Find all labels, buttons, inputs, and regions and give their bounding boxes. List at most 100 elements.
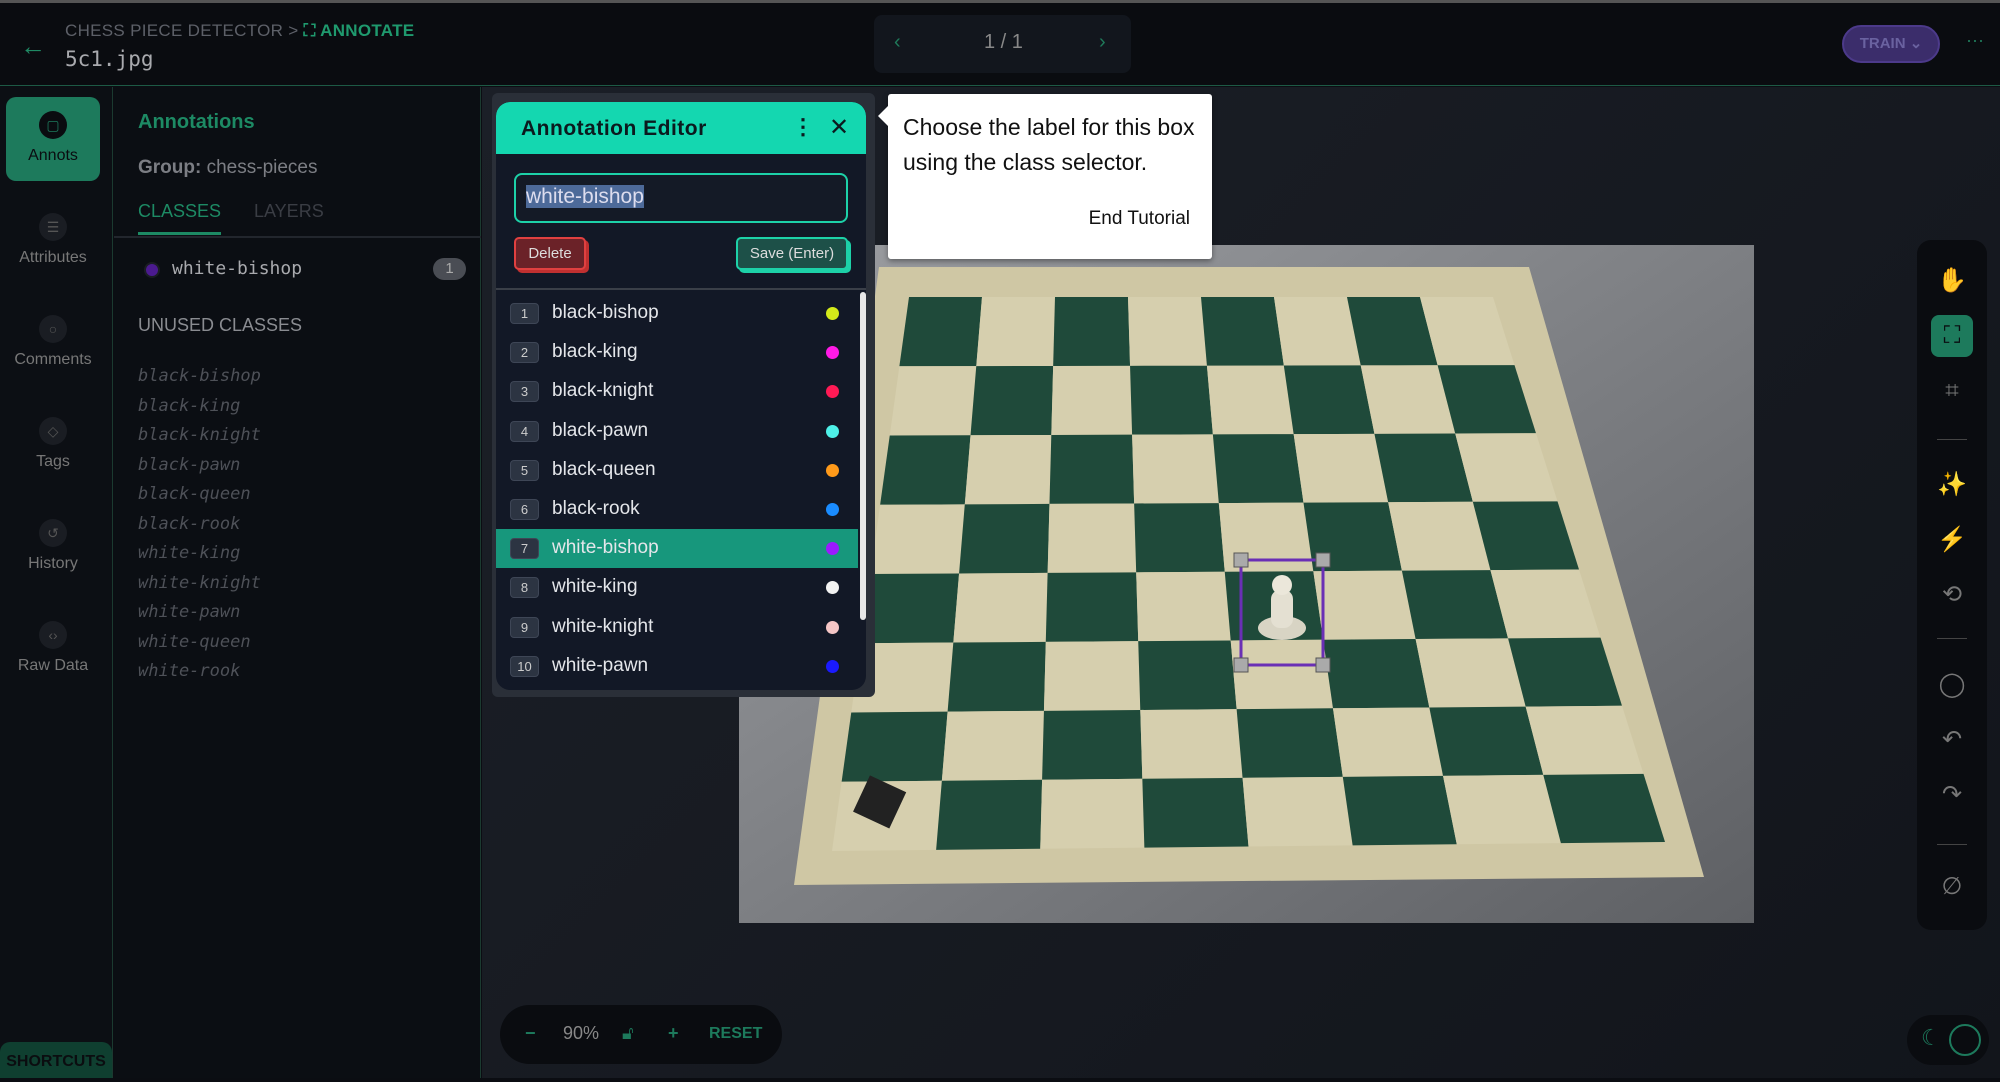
prev-image-button[interactable]: ‹ (894, 31, 901, 54)
option-color-dot (826, 620, 839, 634)
class-option[interactable]: 1 black-bishop (496, 294, 858, 333)
board-square (1323, 639, 1430, 709)
class-input[interactable]: white-bishop (514, 173, 848, 223)
pan-hand-icon[interactable]: ✋ (1931, 260, 1973, 302)
undo-icon[interactable]: ↶ (1931, 719, 1973, 761)
unused-class-item[interactable]: black-pawn (138, 455, 240, 475)
board-square (1040, 778, 1145, 849)
train-button[interactable]: TRAIN ⌄ (1842, 25, 1940, 63)
nav-raw-data[interactable]: ‹› Raw Data (6, 607, 100, 691)
toggle-knob (1949, 1024, 1981, 1056)
board-square (959, 503, 1050, 574)
option-label: black-queen (552, 458, 656, 480)
class-option[interactable]: 5 black-queen (496, 451, 858, 490)
delete-button[interactable]: Delete (514, 237, 586, 270)
list-icon: ☰ (39, 213, 67, 241)
unused-class-item[interactable]: black-rook (138, 514, 240, 534)
class-option[interactable]: 4 black-pawn (496, 412, 858, 451)
option-label: black-knight (552, 380, 654, 402)
unused-class-item[interactable]: black-king (138, 396, 240, 416)
class-row-white-bishop[interactable]: white-bishop 1 (144, 257, 466, 283)
board-square (1332, 707, 1444, 777)
unused-class-item[interactable]: black-knight (138, 425, 261, 445)
board-square (1140, 709, 1243, 779)
lock-open-icon[interactable]: 🔓︎ (622, 1023, 634, 1044)
option-color-dot (826, 542, 839, 556)
more-options-icon[interactable]: ··· (1966, 30, 1984, 51)
board-square (1242, 776, 1353, 847)
board-square (1051, 365, 1133, 435)
unused-class-item[interactable]: black-bishop (138, 366, 261, 386)
board-square (953, 572, 1048, 643)
chessboard-image[interactable] (739, 245, 1754, 923)
unused-class-item[interactable]: white-knight (138, 573, 261, 593)
back-arrow-icon[interactable]: ← (20, 31, 46, 62)
breadcrumb-project[interactable]: CHESS PIECE DETECTOR (65, 21, 283, 40)
board-square (1543, 773, 1665, 844)
redo-icon[interactable]: ↷ (1931, 774, 1973, 816)
board-square (1049, 434, 1135, 504)
option-color-dot (826, 307, 839, 320)
option-shortcut-number: 8 (510, 577, 539, 599)
unused-class-item[interactable]: white-pawn (138, 602, 240, 622)
theme-toggle[interactable]: ☾ (1907, 1015, 1989, 1065)
code-icon: ‹› (39, 621, 67, 649)
nav-annots[interactable]: ▢ Annots (6, 97, 100, 181)
polygon-tool-icon[interactable]: ⌗ (1931, 370, 1973, 412)
repeat-icon[interactable]: ⟲ (1931, 574, 1973, 616)
zoom-in-button[interactable]: + (668, 1023, 679, 1044)
board-square (1212, 434, 1304, 504)
left-nav: ▢ Annots ☰ Attributes ○ Comments ◇ Tags ↺ His… (0, 87, 113, 1078)
unused-classes-title: UNUSED CLASSES (138, 315, 303, 335)
board-square (1128, 297, 1207, 366)
nav-tags[interactable]: ◇ Tags (6, 403, 100, 487)
nav-attributes[interactable]: ☰ Attributes (6, 199, 100, 283)
board-square (1293, 433, 1389, 503)
reset-zoom-button[interactable]: RESET (709, 1025, 762, 1043)
bounding-box-tool-icon[interactable]: ⛶ (1931, 315, 1973, 357)
kebab-menu-icon[interactable]: ⋮ (792, 114, 814, 140)
magic-wand-icon[interactable]: ⚡ (1931, 519, 1973, 561)
board-square (970, 365, 1054, 436)
unused-class-item[interactable]: white-queen (138, 632, 251, 652)
option-color-dot (826, 346, 839, 360)
board-square (947, 641, 1046, 712)
tab-classes[interactable]: CLASSES (138, 201, 222, 235)
board-square (1138, 640, 1237, 710)
save-button[interactable]: Save (Enter) (736, 237, 848, 270)
comment-icon: ○ (39, 315, 67, 343)
option-shortcut-number: 10 (510, 655, 539, 677)
class-option[interactable]: 10 white-pawn (496, 647, 858, 686)
class-option[interactable]: 7 white-bishop (496, 529, 858, 569)
class-option[interactable]: 2 black-king (496, 333, 858, 372)
board-square (1313, 570, 1416, 640)
unused-class-item[interactable]: white-king (138, 543, 240, 563)
board-square (1388, 501, 1491, 571)
close-icon[interactable]: ✕ (829, 113, 849, 142)
nav-comments[interactable]: ○ Comments (6, 301, 100, 385)
zoom-out-button[interactable]: − (525, 1023, 536, 1044)
board-square (1443, 774, 1561, 845)
board-square (1206, 365, 1294, 435)
next-image-button[interactable]: › (1099, 31, 1106, 54)
null-annotation-icon[interactable]: ∅ (1931, 866, 1973, 908)
nav-history[interactable]: ↺ History (6, 505, 100, 589)
tab-layers[interactable]: LAYERS (254, 201, 324, 222)
end-tutorial-button[interactable]: End Tutorial (1089, 208, 1190, 230)
options-scrollbar[interactable] (860, 292, 866, 620)
board-square (1401, 570, 1509, 640)
shortcuts-button[interactable]: SHORTCUTS (0, 1042, 112, 1078)
annotate-icon: ⛶ (303, 21, 316, 40)
class-option[interactable]: 9 white-knight (496, 608, 858, 647)
comment-icon[interactable]: ◯ (1931, 664, 1973, 706)
class-option[interactable]: 3 black-knight (496, 372, 858, 411)
tooltip-text: Choose the label for this box using the … (903, 114, 1195, 175)
option-shortcut-number: 5 (510, 459, 539, 481)
unused-class-item[interactable]: black-queen (138, 484, 251, 504)
class-option[interactable]: 6 black-rook (496, 490, 858, 529)
class-option[interactable]: 8 white-king (496, 568, 858, 607)
zoom-controls: − 90% 🔓︎ + RESET (500, 1005, 782, 1064)
board-square (1274, 297, 1361, 366)
smart-select-icon[interactable]: ✨ (1931, 464, 1973, 506)
unused-class-item[interactable]: white-rook (138, 661, 240, 681)
